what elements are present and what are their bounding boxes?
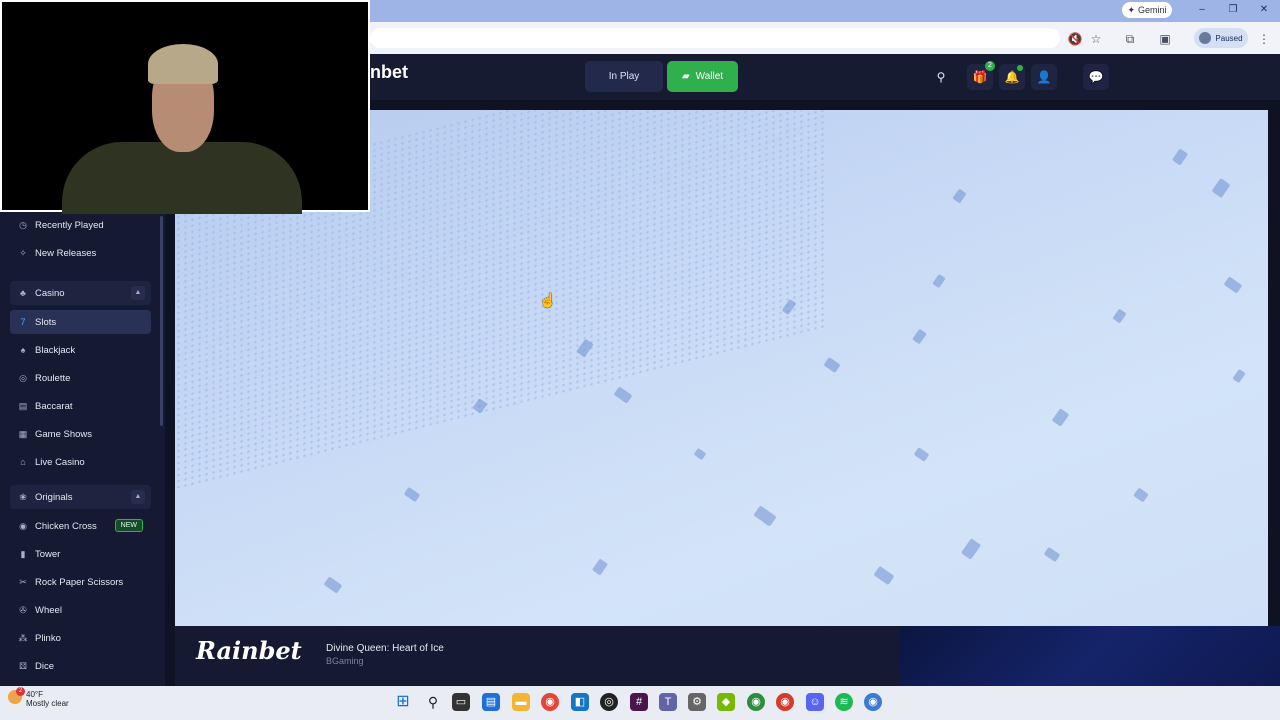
footer-logo: Rainbet	[196, 636, 302, 665]
bookmark-star-icon[interactable]: ☆	[1088, 31, 1104, 47]
sidebar-item-chicken-cross[interactable]: ◉ Chicken Cross NEW	[10, 514, 151, 538]
notification-count: 2	[16, 687, 25, 696]
sidebar-item-plinko[interactable]: ⁂ Plinko	[10, 626, 151, 650]
restore-button[interactable]: ❐	[1222, 2, 1244, 18]
sidebar-item-roulette[interactable]: ◎ Roulette	[10, 366, 151, 390]
sidebar-scrollbar[interactable]	[160, 216, 163, 426]
store-icon[interactable]: ▤	[482, 693, 500, 711]
chrome-icon[interactable]: ◉	[541, 693, 559, 711]
sidebar-item-game-shows[interactable]: ▦ Game Shows	[10, 422, 151, 446]
game-title: Divine Queen: Heart of Ice	[326, 643, 444, 654]
sidebar-item-new-releases[interactable]: ✧ New Releases	[10, 241, 151, 265]
sidebar-item-recently-played[interactable]: ◷ Recently Played	[10, 213, 151, 237]
discord-icon[interactable]: ☺	[806, 693, 824, 711]
sidebar-item-live-casino[interactable]: ⌂ Live Casino	[10, 450, 151, 474]
mute-icon[interactable]: 🔇	[1067, 31, 1083, 47]
new-badge: NEW	[114, 519, 143, 532]
nvidia-icon[interactable]: ◆	[717, 693, 735, 711]
chevron-up-icon[interactable]: ▲	[131, 286, 145, 300]
gift-badge: 2	[985, 61, 995, 71]
task-view-icon[interactable]: ▭	[452, 693, 470, 711]
settings-icon[interactable]: ⚙	[688, 693, 706, 711]
kebab-menu-icon[interactable]: ⋮	[1256, 31, 1272, 47]
teams-icon[interactable]: T	[659, 693, 677, 711]
folder-icon[interactable]: ▬	[512, 693, 530, 711]
in-play-button[interactable]: In Play	[585, 61, 663, 92]
clock-icon: ◷	[19, 220, 27, 230]
plinko-icon: ⁂	[18, 633, 28, 643]
sidebar-item-wheel[interactable]: ✇ Wheel	[10, 598, 151, 622]
chrome-active-icon[interactable]: ◉	[864, 693, 882, 711]
blackjack-icon: ♠	[20, 345, 26, 355]
game-provider[interactable]: BGaming	[326, 656, 364, 666]
close-window-button[interactable]: ✕	[1253, 2, 1275, 18]
tower-icon: ▮	[20, 549, 26, 559]
rps-icon: ✂	[19, 577, 27, 587]
gift-icon[interactable]: 🎁 2	[967, 61, 995, 90]
search-taskbar-icon[interactable]: ⚲	[424, 693, 442, 711]
user-icon[interactable]: 👤	[1031, 64, 1057, 90]
minimize-button[interactable]: –	[1191, 2, 1213, 18]
sidebar-item-baccarat[interactable]: ▤ Baccarat	[10, 394, 151, 418]
slack-icon[interactable]: #	[630, 693, 648, 711]
notification-dot	[1017, 65, 1023, 71]
spotify-icon[interactable]: ≋	[835, 693, 853, 711]
extensions-icon[interactable]: ⧉	[1122, 31, 1138, 47]
weather-icon: 2	[8, 687, 25, 704]
sidebar-item-rock-paper-scissors[interactable]: ✂ Rock Paper Scissors	[10, 570, 151, 594]
slots-icon: 7	[20, 317, 26, 327]
sidebar-item-tower[interactable]: ▮ Tower	[10, 542, 151, 566]
address-bar[interactable]	[370, 28, 1060, 48]
live-icon: ⌂	[20, 457, 26, 467]
sidebar: ◷ Recently Played ✧ New Releases ♣ Casino ▲ …	[0, 212, 165, 686]
mouse-cursor-icon: ☝	[539, 292, 557, 308]
temperature: 40°F	[26, 690, 43, 699]
weather-widget[interactable]: 2 40°F Mostly clear	[8, 687, 69, 708]
casino-icon: ♣	[20, 288, 26, 298]
game-shows-icon: ▦	[18, 429, 28, 439]
sparkle-icon: ✧	[19, 248, 27, 258]
sidebar-item-slots[interactable]: 7 Slots	[10, 310, 151, 334]
chat-icon[interactable]: 💬	[1083, 64, 1109, 90]
gemini-button[interactable]: ✦ Gemini	[1122, 2, 1172, 18]
chicken-icon: ◉	[19, 521, 27, 531]
search-icon[interactable]: ⚲	[928, 64, 954, 90]
wallet-icon: ▰	[681, 71, 690, 82]
overlay-panel	[900, 626, 1280, 686]
windows-start-icon[interactable]: ⊞	[394, 693, 412, 711]
chevron-up-icon[interactable]: ▲	[131, 490, 145, 504]
streamer-body	[62, 142, 302, 214]
wheel-icon: ✇	[19, 605, 27, 615]
weather-condition: Mostly clear	[26, 699, 69, 708]
sidebar-panel-icon[interactable]: ▣	[1157, 31, 1173, 47]
profile-paused-button[interactable]: Paused	[1194, 28, 1248, 48]
chrome-profile-icon[interactable]: ◉	[747, 693, 765, 711]
sidebar-item-blackjack[interactable]: ♠ Blackjack	[10, 338, 151, 362]
wallet-button[interactable]: ▰ Wallet	[667, 61, 738, 92]
originals-icon: ❀	[19, 492, 27, 502]
obs-icon[interactable]: ◎	[600, 693, 618, 711]
chrome-alt-icon[interactable]: ◉	[776, 693, 794, 711]
sidebar-item-dice[interactable]: ⚄ Dice	[10, 654, 151, 678]
gemini-icon: ✦	[1127, 4, 1136, 15]
app-icon[interactable]: ◧	[571, 693, 589, 711]
webcam-overlay	[0, 0, 370, 214]
profile-avatar	[1199, 32, 1212, 44]
baccarat-icon: ▤	[18, 401, 28, 411]
dice-icon: ⚄	[19, 661, 27, 671]
sidebar-group-casino[interactable]: ♣ Casino ▲	[10, 281, 151, 305]
bell-icon[interactable]: 🔔	[999, 64, 1025, 90]
roulette-icon: ◎	[19, 373, 27, 383]
site-logo[interactable]: nbet	[370, 62, 408, 83]
streamer-cap	[148, 44, 218, 84]
sidebar-group-originals[interactable]: ❀ Originals ▲	[10, 485, 151, 509]
